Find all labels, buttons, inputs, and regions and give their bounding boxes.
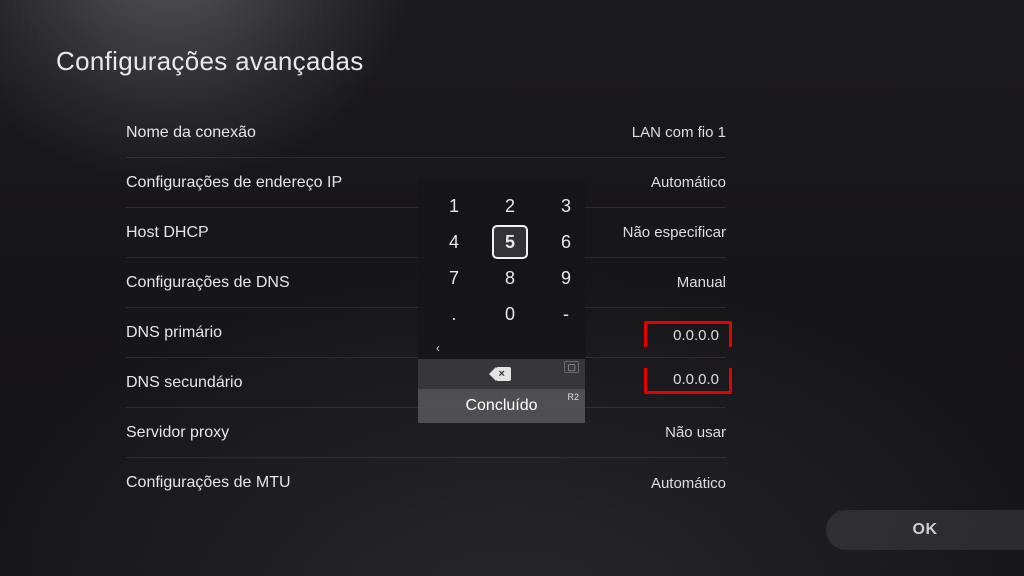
key-8[interactable]: 8 (492, 261, 528, 295)
row-label: Servidor proxy (126, 424, 229, 442)
key-1[interactable]: 1 (436, 189, 472, 223)
key-done[interactable]: Concluído R2 (418, 389, 585, 423)
row-value: Automático (651, 174, 726, 191)
key-backspace[interactable]: × ▢ (418, 359, 585, 389)
row-value-highlighted: 0.0.0.0 (644, 368, 732, 394)
key-4[interactable]: 4 (436, 225, 472, 259)
key-dash[interactable]: - (548, 297, 584, 331)
row-label: Configurações de MTU (126, 474, 291, 492)
ok-label: OK (913, 521, 938, 539)
row-value: Não usar (665, 424, 726, 441)
key-9[interactable]: 9 (548, 261, 584, 295)
row-label: Nome da conexão (126, 124, 256, 142)
row-value: Manual (677, 274, 726, 291)
row-label: DNS primário (126, 324, 222, 342)
keypad-body: 1 2 3 4 5 6 7 8 9 . 0 - (418, 179, 585, 337)
row-connection-name[interactable]: Nome da conexão LAN com fio 1 (126, 108, 726, 158)
key-0[interactable]: 0 (492, 297, 528, 331)
row-value: Não especificar (623, 224, 726, 241)
done-label: Concluído (465, 397, 537, 415)
key-5-selected[interactable]: 5 (492, 225, 528, 259)
key-6[interactable]: 6 (548, 225, 584, 259)
ok-button[interactable]: OK (826, 510, 1024, 550)
row-value: LAN com fio 1 (632, 124, 726, 141)
arrow-left-icon[interactable]: ‹ (436, 341, 440, 355)
row-label: Configurações de endereço IP (126, 174, 342, 192)
row-label: Configurações de DNS (126, 274, 290, 292)
row-label: DNS secundário (126, 374, 243, 392)
row-value: Automático (651, 475, 726, 492)
key-dot[interactable]: . (436, 297, 472, 331)
key-3[interactable]: 3 (548, 189, 584, 223)
row-mtu[interactable]: Configurações de MTU Automático (126, 458, 726, 508)
row-label: Host DHCP (126, 224, 209, 242)
page-title: Configurações avançadas (56, 46, 364, 77)
keypad-arrow-row: ‹ (418, 337, 585, 359)
key-2[interactable]: 2 (492, 189, 528, 223)
keypad-grid: 1 2 3 4 5 6 7 8 9 . 0 - (436, 189, 567, 331)
backspace-icon: × (491, 367, 513, 381)
key-7[interactable]: 7 (436, 261, 472, 295)
backspace-hint: ▢ (564, 361, 579, 373)
numeric-keypad: 1 2 3 4 5 6 7 8 9 . 0 - ‹ × ▢ Concluído … (418, 179, 585, 423)
done-hint: R2 (567, 392, 579, 402)
row-value-highlighted: 0.0.0.0 (644, 321, 732, 347)
